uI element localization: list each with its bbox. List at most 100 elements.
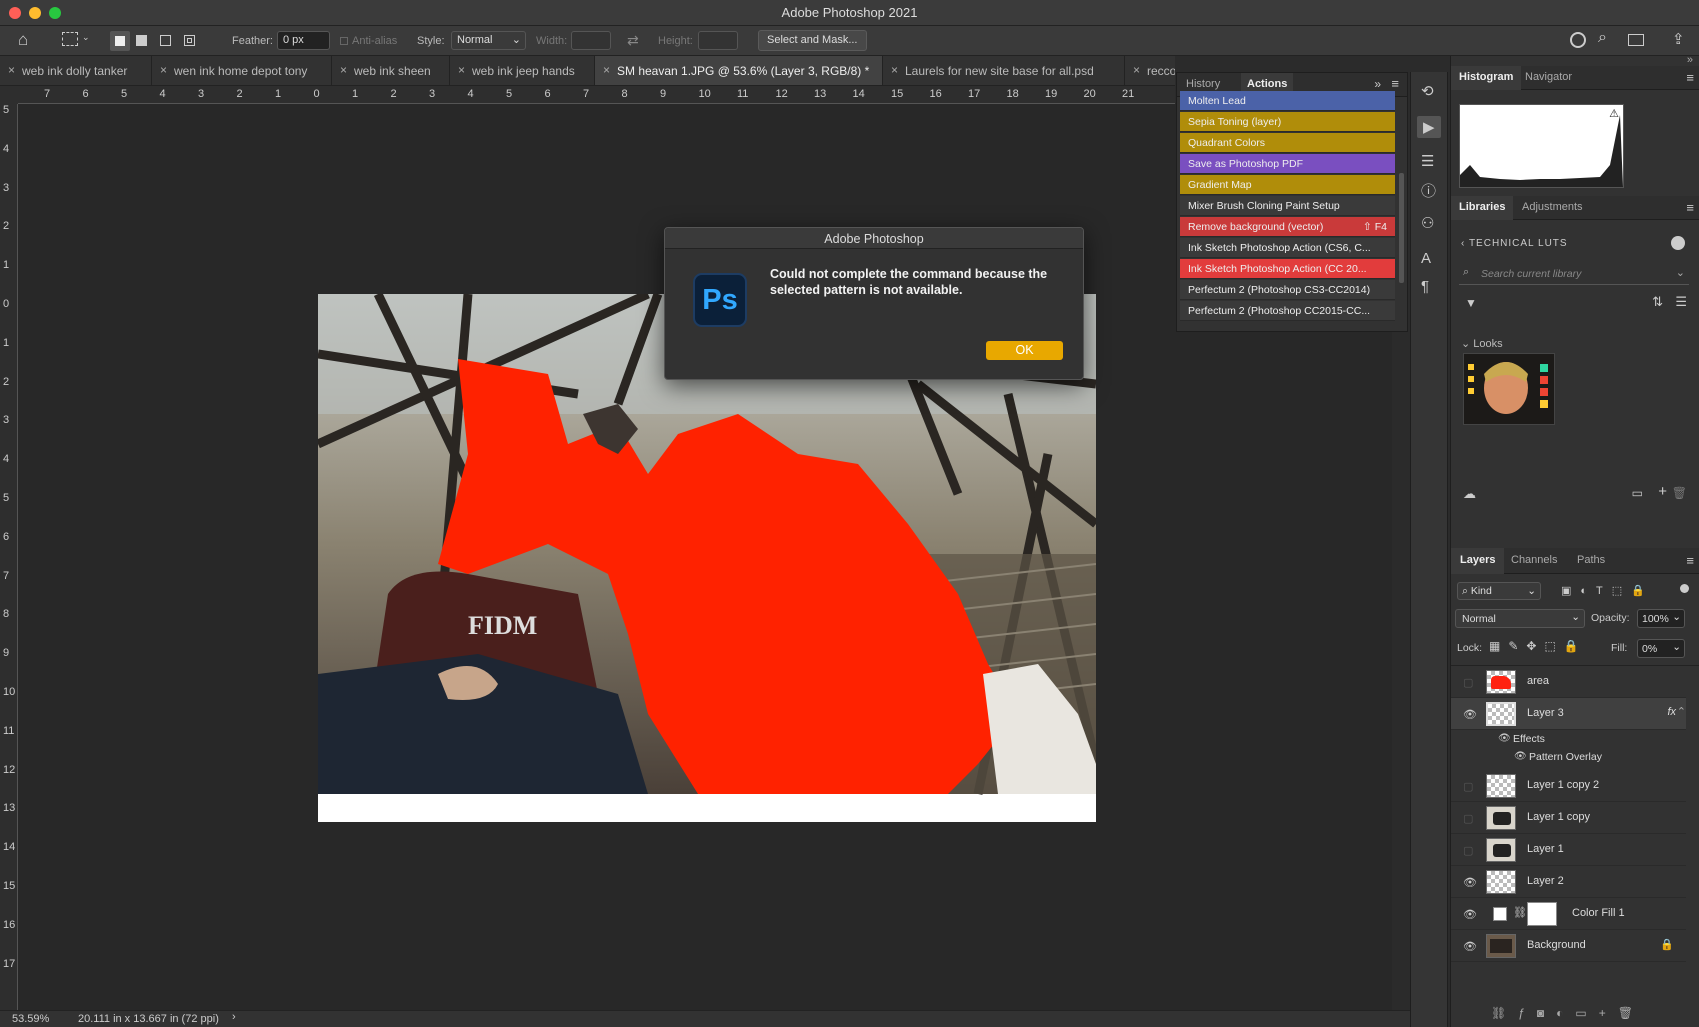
doc-tab[interactable]: ×reccos [1125, 56, 1175, 85]
tab-history[interactable]: History [1186, 78, 1220, 90]
doc-tab[interactable]: × web ink dolly tanker [0, 56, 152, 85]
action-item[interactable]: Sepia Toning (layer) [1180, 112, 1395, 132]
horizontal-ruler[interactable]: 7 6 5 4 3 2 1 0 1 2 3 4 5 6 7 8 9 10 11 12 13 14 15 16 17 18 19 20 2… [18, 86, 1175, 104]
library-search[interactable]: ⌕ Search current library ⌄ [1459, 263, 1689, 285]
fill-input[interactable]: 0% ⌄ [1637, 639, 1685, 658]
lock-icon[interactable]: 🔒 [1660, 938, 1674, 951]
subtract-selection-icon[interactable] [160, 35, 171, 46]
panel-menu-icon[interactable]: ≡ [1391, 76, 1399, 91]
tab-channels[interactable]: Channels [1511, 554, 1557, 566]
actions-play-icon[interactable]: ▶ [1417, 116, 1441, 138]
lock-options-icons[interactable]: ▦✎✥⬚🔒 [1489, 639, 1587, 653]
filter-icon[interactable]: ▼ [1465, 296, 1477, 310]
tab-libraries[interactable]: Libraries [1451, 196, 1514, 220]
antialias-checkbox[interactable] [340, 37, 348, 45]
layer-row-area[interactable]: ▢ area [1451, 666, 1686, 698]
tab-layers[interactable]: Layers [1451, 548, 1505, 574]
tab-paths[interactable]: Paths [1577, 554, 1605, 566]
visibility-toggle[interactable]: ▢ [1463, 676, 1473, 689]
eye-icon[interactable]: 👁 [1463, 876, 1477, 889]
folder-icon[interactable]: ▭ [1632, 486, 1643, 500]
layer-row-layer1copy[interactable]: ▢ Layer 1 copy [1451, 802, 1686, 834]
action-item[interactable]: Gradient Map [1180, 175, 1395, 195]
looks-group[interactable]: ⌄ Looks [1461, 337, 1503, 350]
doc-tab[interactable]: × web ink sheen [332, 56, 450, 85]
paragraph-icon[interactable]: ¶ [1421, 278, 1429, 295]
collapse-icon[interactable]: » [1374, 77, 1381, 91]
layer-row-layer1copy2[interactable]: ▢ Layer 1 copy 2 [1451, 770, 1686, 802]
trash-icon[interactable]: 🗑 [1672, 486, 1687, 500]
cloud-icon[interactable]: ☁ [1463, 486, 1476, 502]
action-item[interactable]: Save as Photoshop PDF [1180, 154, 1395, 174]
eye-icon[interactable]: 👁 [1463, 940, 1477, 953]
chevron-down-icon[interactable]: ⌄ [82, 32, 90, 43]
info-icon[interactable]: ⓘ [1421, 180, 1436, 201]
tab-adjustments[interactable]: Adjustments [1522, 201, 1583, 213]
scrollbar[interactable] [1399, 173, 1404, 283]
doc-tab[interactable]: × web ink jeep hands [450, 56, 595, 85]
fx-icon[interactable]: fx [1667, 706, 1676, 718]
add-selection-icon[interactable] [136, 35, 147, 46]
effects-row[interactable]: 👁 Effects [1451, 730, 1686, 748]
visibility-toggle[interactable]: ▢ [1463, 780, 1473, 793]
list-view-icon[interactable]: ☰ [1675, 294, 1687, 310]
search-icon[interactable]: ⌕ [1598, 29, 1607, 47]
blend-mode-select[interactable]: Normal ⌄ [1455, 609, 1585, 628]
panel-menu-icon[interactable]: ≡ [1686, 553, 1694, 568]
expand-icon[interactable]: » [1687, 54, 1693, 66]
filter-toggle[interactable] [1680, 584, 1689, 593]
layer-row-layer1[interactable]: ▢ Layer 1 [1451, 834, 1686, 866]
action-item[interactable]: Remove background (vector) ⇧ F4 [1180, 217, 1395, 237]
chevron-right-icon[interactable]: › [232, 1011, 236, 1023]
home-icon[interactable]: ⌂ [18, 30, 28, 50]
link-icon[interactable]: ⛓ [1513, 906, 1527, 919]
action-item[interactable]: Ink Sketch Photoshop Action (CC 20... [1180, 259, 1395, 279]
sort-icon[interactable]: ⇅ [1652, 294, 1663, 310]
doc-tab-active[interactable]: × SM heavan 1.JPG @ 53.6% (Layer 3, RGB/8… [595, 56, 883, 85]
action-item[interactable]: Quadrant Colors [1180, 133, 1395, 153]
action-item[interactable]: Mixer Brush Cloning Paint Setup [1180, 196, 1395, 216]
action-item[interactable]: Molten Lead [1180, 91, 1395, 111]
layers-footer-icons[interactable]: ⛓ƒ◙◐▭+🗑 [1491, 1006, 1691, 1020]
style-select[interactable]: Normal ⌄ [451, 31, 526, 50]
zoom-level[interactable]: 53.59% [12, 1013, 49, 1025]
glyphs-icon[interactable]: ⚇ [1421, 214, 1434, 232]
eye-icon[interactable]: 👁 [1463, 708, 1477, 721]
action-item[interactable]: Perfectum 2 (Photoshop CC2015-CC... [1180, 301, 1395, 321]
panel-menu-icon[interactable]: ≡ [1686, 200, 1694, 215]
vertical-ruler[interactable]: 5 4 3 2 1 0 1 2 3 4 5 6 7 8 9 10 11 12 13 14 15 16 17 [0, 104, 18, 1010]
swap-icon[interactable]: ⇄ [627, 32, 639, 49]
doc-tab[interactable]: × wen ink home depot tony [152, 56, 332, 85]
character-icon[interactable]: A [1421, 250, 1431, 267]
ok-button[interactable]: OK [986, 341, 1063, 360]
add-icon[interactable]: + [1658, 483, 1667, 500]
eye-icon[interactable]: 👁 [1463, 908, 1477, 921]
feather-input[interactable]: 0 px [277, 31, 330, 50]
layer-filter-select[interactable]: ⌕ Kind ⌄ [1457, 582, 1541, 600]
chevron-up-icon[interactable]: ⌃ [1677, 705, 1686, 718]
new-selection-button[interactable] [110, 31, 130, 51]
layer-row-colorfill1[interactable]: 👁 ⛓ Color Fill 1 [1451, 898, 1686, 930]
height-input[interactable] [698, 31, 738, 50]
look-thumbnail[interactable] [1463, 353, 1555, 425]
intersect-selection-icon[interactable] [184, 35, 195, 46]
layer-filter-icons[interactable]: ▣◐T⬚🔒 [1561, 584, 1654, 597]
library-user-icon[interactable] [1671, 236, 1685, 250]
tab-navigator[interactable]: Navigator [1525, 71, 1572, 83]
account-icon[interactable] [1570, 32, 1586, 48]
visibility-toggle[interactable]: ▢ [1463, 812, 1473, 825]
library-search-input[interactable]: Search current library [1481, 268, 1581, 280]
marquee-tool-icon[interactable] [62, 32, 78, 46]
action-item[interactable]: Perfectum 2 (Photoshop CS3-CC2014) [1180, 280, 1395, 300]
layer-row-background[interactable]: 👁 Background 🔒 [1451, 930, 1686, 962]
workspace-icon[interactable] [1628, 34, 1644, 46]
layer-row-layer2[interactable]: 👁 Layer 2 [1451, 866, 1686, 898]
library-name[interactable]: ‹ TECHNICAL LUTS [1461, 238, 1568, 249]
visibility-toggle[interactable]: ▢ [1463, 844, 1473, 857]
panel-menu-icon[interactable]: ≡ [1686, 70, 1694, 85]
properties-icon[interactable]: ☰ [1421, 152, 1434, 170]
action-item[interactable]: Ink Sketch Photoshop Action (CS6, C... [1180, 238, 1395, 258]
select-and-mask-button[interactable]: Select and Mask... [758, 30, 867, 51]
width-input[interactable] [571, 31, 611, 50]
tab-histogram[interactable]: Histogram [1451, 66, 1522, 90]
